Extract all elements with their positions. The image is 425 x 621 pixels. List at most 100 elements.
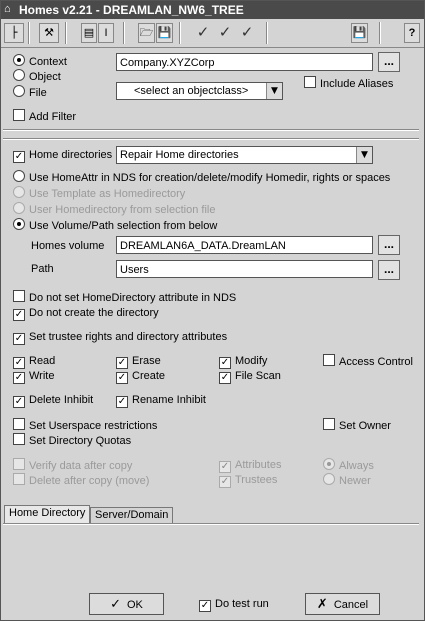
trustees-label: Trustees <box>235 474 278 486</box>
write-checkbox[interactable]: ✓ Write <box>13 369 55 384</box>
window-title: Homes v2.21 - DREAMLAN_NW6_TREE <box>19 3 244 17</box>
set-owner-checkbox[interactable]: Set Owner <box>323 418 391 432</box>
file-scan-checkbox[interactable]: ✓ File Scan <box>219 369 281 384</box>
ok-button[interactable]: ✓ OK <box>89 593 164 615</box>
check-two-icon[interactable]: ✓ <box>213 23 237 41</box>
include-aliases-label: Include Aliases <box>320 78 394 90</box>
delete-after-checkbox[interactable]: Delete after copy (move) <box>13 473 149 487</box>
test-run-label: Do test run <box>215 598 269 610</box>
tab-home-directory[interactable]: Home Directory <box>4 505 91 524</box>
volume-path-radio[interactable]: Use Volume/Path selection from below <box>13 218 217 232</box>
check-three-icon[interactable]: ✓ <box>235 23 259 41</box>
objectclass-value: <select an objectclass> <box>134 85 249 97</box>
path-input[interactable]: Users <box>116 260 373 278</box>
path-browse-button[interactable]: ... <box>378 260 400 280</box>
quotas-label: Set Directory Quotas <box>29 435 132 447</box>
set-trustee-label: Set trustee rights and directory attribu… <box>29 331 228 343</box>
cancel-label: Cancel <box>333 599 369 611</box>
help-button[interactable]: ? <box>404 23 420 43</box>
file-scan-label: File Scan <box>235 370 281 382</box>
add-filter-checkbox[interactable]: Add Filter <box>13 109 76 123</box>
no-create-checkbox[interactable]: ✓ Do not create the directory <box>13 306 159 321</box>
template-radio[interactable]: Use Template as Homedirectory <box>13 186 185 200</box>
dropdown-arrow-icon[interactable]: ▼ <box>266 83 282 99</box>
rename-inhibit-label: Rename Inhibit <box>132 394 206 406</box>
delete-inhibit-checkbox[interactable]: ✓ Delete Inhibit <box>13 393 94 408</box>
text-cursor-icon[interactable]: I <box>98 23 114 43</box>
context-radio[interactable]: Context <box>13 54 67 68</box>
title-bar: ⌂ Homes v2.21 - DREAMLAN_NW6_TREE <box>1 1 424 19</box>
divider <box>3 129 419 131</box>
volume-path-label: Use Volume/Path selection from below <box>29 220 218 232</box>
ok-label: OK <box>127 599 143 611</box>
selection-file-radio[interactable]: User Homedirectory from selection file <box>13 202 215 216</box>
open-folder-icon[interactable]: 🗁 <box>138 23 155 43</box>
access-control-label: Access Control <box>339 356 413 368</box>
set-owner-label: Set Owner <box>339 420 391 432</box>
edit-icon[interactable]: ▤ <box>81 23 97 43</box>
save-icon[interactable]: 💾 <box>156 23 173 43</box>
create-label: Create <box>132 370 166 382</box>
cancel-button[interactable]: ✗ Cancel <box>305 593 380 615</box>
homes-volume-label: Homes volume <box>31 240 105 252</box>
attributes-label: Attributes <box>235 459 282 471</box>
no-set-attr-checkbox[interactable]: Do not set HomeDirectory attribute in ND… <box>13 290 236 304</box>
access-control-checkbox[interactable]: Access Control <box>323 354 413 368</box>
tab-server-domain[interactable]: Server/Domain <box>90 507 174 524</box>
add-filter-label: Add Filter <box>29 111 77 123</box>
toolbar: ├ ⚒ ▤ I 🗁 💾 ✓ ✓ ✓ 💾 ? <box>1 19 424 48</box>
modify-checkbox[interactable]: ✓ Modify <box>219 354 268 369</box>
delete-inhibit-label: Delete Inhibit <box>29 394 94 406</box>
file-label: File <box>29 87 47 99</box>
verify-checkbox[interactable]: Verify data after copy <box>13 458 132 472</box>
check-icon: ✓ <box>110 597 121 612</box>
rename-inhibit-checkbox[interactable]: ✓ Rename Inhibit <box>116 393 206 408</box>
divider <box>3 138 419 140</box>
create-checkbox[interactable]: ✓ Create <box>116 369 166 384</box>
delete-after-label: Delete after copy (move) <box>29 475 150 487</box>
home-mode-value: Repair Home directories <box>120 149 239 161</box>
newer-radio[interactable]: Newer <box>323 473 371 487</box>
objectclass-select[interactable]: <select an objectclass> ▼ <box>116 82 283 100</box>
object-label: Object <box>29 71 61 83</box>
path-label: Path <box>31 263 54 275</box>
trustees-checkbox[interactable]: ✓ Trustees <box>219 473 278 488</box>
object-radio[interactable]: Object <box>13 69 61 83</box>
volume-browse-button[interactable]: ... <box>378 235 400 255</box>
include-aliases-checkbox[interactable]: Include Aliases <box>304 76 393 90</box>
userspace-label: Set Userspace restrictions <box>29 420 158 432</box>
test-run-checkbox[interactable]: ✓ Do test run <box>199 597 269 612</box>
selection-file-label: User Homedirectory from selection file <box>29 204 216 216</box>
always-label: Always <box>339 460 374 472</box>
context-input[interactable]: Company.XYZCorp <box>116 53 373 71</box>
x-icon: ✗ <box>316 597 328 612</box>
dropdown-arrow-icon[interactable]: ▼ <box>356 147 372 163</box>
app-icon: ⌂ <box>4 3 11 15</box>
write-label: Write <box>29 370 55 382</box>
modify-label: Modify <box>235 355 268 367</box>
set-trustee-checkbox[interactable]: ✓ Set trustee rights and directory attrib… <box>13 330 228 345</box>
tree-icon[interactable]: ├ <box>4 23 24 43</box>
home-mode-select[interactable]: Repair Home directories ▼ <box>116 146 373 164</box>
context-browse-button[interactable]: ... <box>378 52 400 72</box>
check-one-icon[interactable]: ✓ <box>191 23 215 41</box>
tools-icon[interactable]: ⚒ <box>39 23 59 43</box>
save-settings-icon[interactable]: 💾 <box>351 23 368 43</box>
attributes-checkbox[interactable]: ✓ Attributes <box>219 458 282 473</box>
tab-baseline <box>3 523 419 525</box>
always-radio[interactable]: Always <box>323 458 374 472</box>
main-window: ⌂ Homes v2.21 - DREAMLAN_NW6_TREE ├ ⚒ ▤ … <box>0 0 425 621</box>
quotas-checkbox[interactable]: Set Directory Quotas <box>13 433 131 447</box>
homes-volume-input[interactable]: DREAMLAN6A_DATA.DreamLAN <box>116 236 373 254</box>
no-set-attr-label: Do not set HomeDirectory attribute in ND… <box>29 292 237 304</box>
no-create-label: Do not create the directory <box>29 307 159 319</box>
read-label: Read <box>29 355 56 367</box>
read-checkbox[interactable]: ✓ Read <box>13 354 56 369</box>
erase-checkbox[interactable]: ✓ Erase <box>116 354 161 369</box>
home-directories-label: Home directories <box>29 149 113 161</box>
userspace-checkbox[interactable]: Set Userspace restrictions <box>13 418 157 432</box>
file-radio[interactable]: File <box>13 85 47 99</box>
erase-label: Erase <box>132 355 161 367</box>
home-directories-checkbox[interactable]: ✓ Home directories <box>13 148 113 163</box>
homeattr-radio[interactable]: Use HomeAttr in NDS for creation/delete/… <box>13 170 390 184</box>
